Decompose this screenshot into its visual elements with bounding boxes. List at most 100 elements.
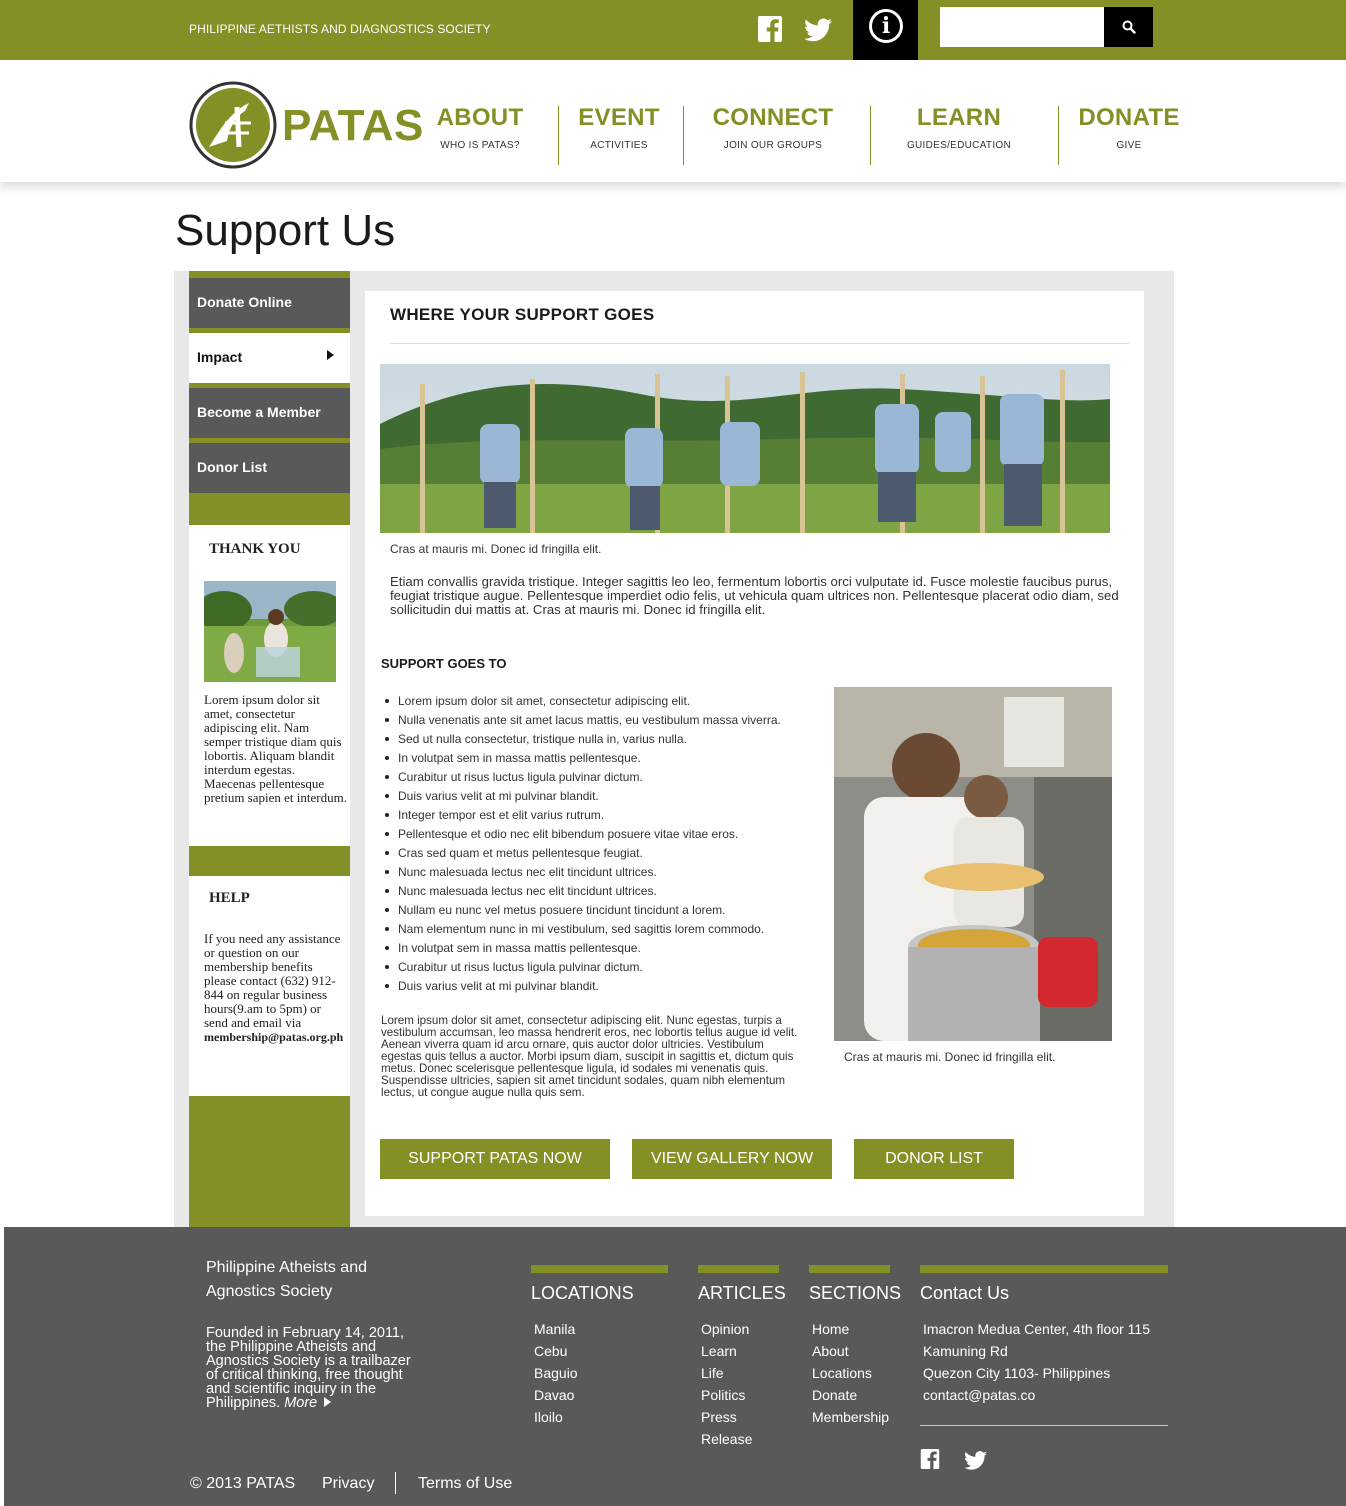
footer-link-divider [395, 1472, 396, 1494]
footer-location-link[interactable]: Davao [534, 1387, 574, 1403]
list-item: Curabitur ut risus luctus ligula pulvina… [385, 959, 818, 978]
nav-divider [558, 106, 559, 165]
footer-accent-bar [531, 1265, 668, 1273]
list-item: Lorem ipsum dolor sit amet, consectetur … [385, 693, 818, 712]
support-list: Lorem ipsum dolor sit amet, consectetur … [385, 693, 818, 997]
footer-article-link[interactable]: Release [701, 1431, 752, 1447]
footer-section-link[interactable]: About [812, 1343, 849, 1359]
nav-divider [683, 106, 684, 165]
sidebar-item-donate-online[interactable]: Donate Online [189, 278, 350, 328]
nav-sublabel: ACTIVITIES [590, 140, 648, 151]
list-item: Integer tempor est et elit varius rutrum… [385, 807, 818, 826]
sidebar-item-become-member[interactable]: Become a Member [189, 388, 350, 438]
nav-sublabel: GIVE [1116, 140, 1142, 151]
footer-accent-bar [920, 1265, 1168, 1273]
search-icon [1122, 20, 1136, 34]
nav-event[interactable]: EVENT ACTIVITIES [566, 60, 672, 182]
nav-sublabel: GUIDES/EDUCATION [906, 140, 1012, 151]
sidebar-item-label: Become a Member [197, 404, 321, 420]
sidebar-item-label: Donor List [197, 459, 267, 475]
help-email-link[interactable]: membership@patas.org.ph [204, 1030, 348, 1044]
intro-paragraph: Etiam convallis gravida tristique. Integ… [390, 574, 1119, 617]
kitchen-caption: Cras at mauris mi. Donec id fringilla el… [844, 1050, 1056, 1064]
footer-about: Founded in February 14, 2011, the Philip… [206, 1326, 412, 1411]
nav-learn[interactable]: LEARN GUIDES/EDUCATION [890, 60, 1028, 182]
footer-org-line: Agnostics Society [206, 1283, 333, 1300]
nav-label: LEARN [916, 104, 1002, 131]
terms-link[interactable]: Terms of Use [418, 1475, 512, 1493]
patas-logo[interactable]: PATAS [189, 81, 423, 169]
footer-article-link[interactable]: Life [701, 1365, 724, 1381]
list-item: Nullam eu nunc vel metus posuere tincidu… [385, 902, 818, 921]
help-body: If you need any assistance or question o… [204, 931, 341, 1030]
footer-contact-heading: Contact Us [920, 1283, 1010, 1303]
section-title: WHERE YOUR SUPPORT GOES [390, 305, 655, 324]
facebook-icon[interactable] [920, 1449, 940, 1469]
info-icon: i [869, 9, 903, 43]
org-name: PHILIPPINE AETHISTS AND DIAGNOSTICS SOCI… [189, 22, 491, 36]
footer-section-link[interactable]: Donate [812, 1387, 857, 1403]
footer-accent-bar [809, 1265, 890, 1273]
donor-list-button[interactable]: DONOR LIST [854, 1139, 1014, 1179]
copyright: © 2013 PATAS [190, 1475, 296, 1492]
view-gallery-button[interactable]: VIEW GALLERY NOW [632, 1139, 832, 1179]
nav-label: ABOUT [436, 104, 524, 131]
nav-label: DONATE [1078, 104, 1180, 131]
sidebar-item-impact[interactable]: Impact [189, 333, 350, 383]
footer-org-line: Philippine Atheists and [206, 1259, 367, 1276]
footer-article-link[interactable]: Opinion [701, 1321, 749, 1337]
list-item: Duis varius velit at mi pulvinar blandit… [385, 788, 818, 807]
help-box: HELP If you need any assistance or quest… [189, 876, 350, 1096]
subsection-title: SUPPORT GOES TO [381, 656, 507, 671]
list-item: Nulla venenatis ante sit amet lacus matt… [385, 712, 818, 731]
nav-sublabel: JOIN OUR GROUPS [723, 140, 823, 151]
logo-wordmark: PATAS [282, 101, 424, 150]
sidebar-item-donor-list[interactable]: Donor List [189, 443, 350, 493]
nav-connect[interactable]: CONNECT JOIN OUR GROUPS [698, 60, 848, 182]
body-paragraph: Lorem ipsum dolor sit amet, consectetur … [381, 1014, 798, 1099]
more-link[interactable]: More [284, 1395, 317, 1411]
footer-accent-bar [698, 1265, 779, 1273]
twitter-icon[interactable] [964, 1451, 987, 1470]
nav-label: CONNECT [712, 104, 834, 131]
footer-location-link[interactable]: Baguio [534, 1365, 578, 1381]
hero-photo [380, 364, 1110, 533]
triangle-right-icon [327, 350, 334, 360]
page-title: Support Us [175, 206, 396, 255]
support-patas-button[interactable]: SUPPORT PATAS NOW [380, 1139, 610, 1179]
privacy-link[interactable]: Privacy [322, 1475, 374, 1493]
nav-divider [870, 106, 871, 165]
sidebar-item-label: Impact [197, 349, 243, 365]
footer-article-link[interactable]: Press [701, 1409, 737, 1425]
footer-section-link[interactable]: Membership [812, 1409, 889, 1425]
volunteer-photo [204, 581, 336, 682]
footer-sections-heading: SECTIONS [809, 1283, 902, 1303]
kitchen-photo [834, 687, 1112, 1041]
footer-location-link[interactable]: Cebu [534, 1343, 567, 1359]
thank-you-heading: THANK YOU [209, 541, 301, 557]
footer-article-link[interactable]: Learn [701, 1343, 737, 1359]
list-item: Nam elementum nunc in mi vestibulum, sed… [385, 921, 818, 940]
info-button[interactable]: i [853, 0, 918, 60]
footer-contact-line: Kamuning Rd [923, 1343, 1008, 1359]
footer-contact-line: Imacron Medua Center, 4th floor 115 [923, 1321, 1150, 1337]
nav-about[interactable]: ABOUT WHO IS PATAS? [425, 60, 535, 182]
nav-label: EVENT [578, 104, 660, 131]
footer-location-link[interactable]: Iloilo [534, 1409, 563, 1425]
footer-contact-email[interactable]: contact@patas.co [923, 1387, 1035, 1403]
facebook-icon[interactable] [758, 16, 782, 42]
nav-donate[interactable]: DONATE GIVE [1070, 60, 1188, 182]
list-item: Pellentesque et odio nec elit bibendum p… [385, 826, 818, 845]
footer-location-link[interactable]: Manila [534, 1321, 575, 1337]
footer-section-link[interactable]: Locations [812, 1365, 872, 1381]
hero-caption: Cras at mauris mi. Donec id fringilla el… [390, 542, 602, 556]
search-button[interactable] [1104, 7, 1153, 47]
twitter-icon[interactable] [804, 18, 832, 42]
list-item: In volutpat sem in massa mattis pellente… [385, 750, 818, 769]
footer-article-link[interactable]: Politics [701, 1387, 745, 1403]
nav-sublabel: WHO IS PATAS? [440, 140, 520, 151]
footer-contact-line: Quezon City 1103- Philippines [923, 1365, 1111, 1381]
logo-emblem-icon [189, 81, 277, 169]
search-input[interactable] [940, 7, 1104, 47]
footer-section-link[interactable]: Home [812, 1321, 849, 1337]
